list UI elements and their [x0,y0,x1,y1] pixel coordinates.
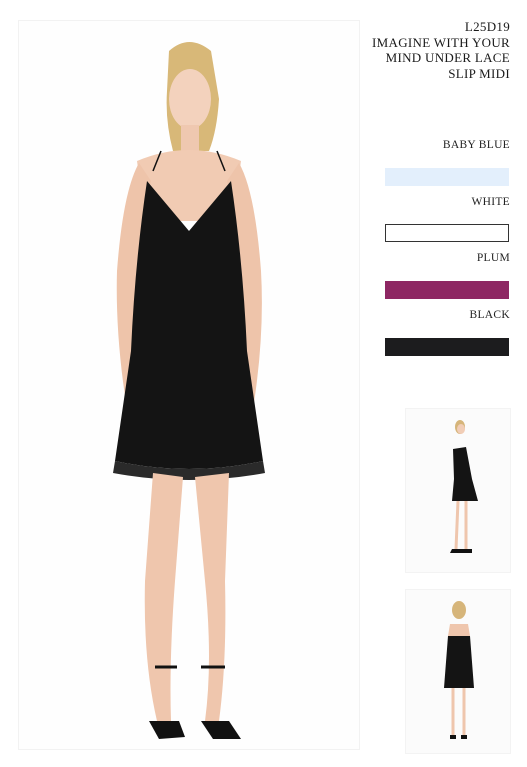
product-code: L25D19 [464,19,510,34]
product-title-line-3: SLIP MIDI [448,65,510,81]
color-label-plum: PLUM [476,252,510,264]
swatch-plum[interactable] [385,281,509,299]
thumbnail-side-view[interactable] [405,408,511,573]
thumbnail-back-view[interactable] [405,589,511,754]
product-header: L25D19 IMAGINE WITH YOUR MIND UNDER LACE… [350,19,510,81]
product-title-line-2: MIND UNDER LACE [385,50,510,65]
color-label-baby-blue: BABY BLUE [442,139,510,151]
swatch-black[interactable] [385,338,509,356]
swatch-baby-blue[interactable] [385,168,509,186]
product-title-line-1: IMAGINE WITH YOUR [372,34,510,50]
swatch-white[interactable] [385,224,509,242]
color-label-black: BLACK [469,309,510,321]
color-label-white: WHITE [471,196,510,208]
main-product-image [18,20,360,750]
